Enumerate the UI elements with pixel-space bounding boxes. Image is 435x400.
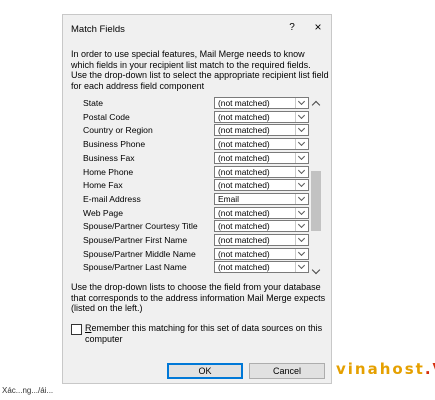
field-label: State xyxy=(83,98,104,108)
logo-text: vinahost xyxy=(336,360,425,378)
field-match-dropdown[interactable]: (not matched) xyxy=(214,151,309,164)
chevron-down-icon[interactable] xyxy=(295,234,308,245)
chevron-down-icon[interactable] xyxy=(295,180,308,191)
cropped-caption-text: Xác...ng.../ái... xyxy=(2,386,54,395)
chevron-down-icon[interactable] xyxy=(295,139,308,150)
chevron-down-icon[interactable] xyxy=(295,207,308,218)
scroll-up-arrow-icon[interactable] xyxy=(309,97,323,110)
field-match-dropdown[interactable]: Email xyxy=(214,192,309,205)
field-label: Home Fax xyxy=(83,180,123,191)
dropdown-value: (not matched) xyxy=(218,207,270,218)
field-row: Business Fax (not matched) xyxy=(71,151,311,165)
chevron-down-icon[interactable] xyxy=(295,166,308,177)
field-row: State (not matched) xyxy=(71,97,311,110)
field-label: Web Page xyxy=(83,207,123,218)
field-label: Spouse/Partner Last Name xyxy=(83,262,187,273)
field-match-dropdown[interactable]: (not matched) xyxy=(214,206,309,219)
field-label: Spouse/Partner Courtesy Title xyxy=(83,221,198,232)
chevron-down-icon[interactable] xyxy=(295,221,308,232)
field-label: Business Phone xyxy=(83,139,146,150)
field-match-dropdown[interactable]: (not matched) xyxy=(214,234,309,246)
close-button[interactable]: × xyxy=(311,20,325,34)
field-match-dropdown[interactable]: (not matched) xyxy=(214,165,309,178)
field-label: E-mail Address xyxy=(83,193,141,204)
field-label: Spouse/Partner First Name xyxy=(83,235,188,245)
intro-text: In order to use special features, Mail M… xyxy=(71,49,329,91)
dropdown-value: (not matched) xyxy=(218,180,270,191)
dropdown-value: (not matched) xyxy=(218,262,270,273)
field-row: Spouse/Partner Middle Name (not matched) xyxy=(71,247,311,261)
dropdown-value: (not matched) xyxy=(218,125,270,136)
vinahost-logo: vinahost.V xyxy=(336,360,435,378)
list-scrollbar[interactable] xyxy=(309,97,323,277)
dropdown-value: Email xyxy=(218,193,239,204)
field-label: Country or Region xyxy=(83,125,153,136)
remember-matching-checkbox[interactable] xyxy=(71,324,82,335)
dropdown-value: (not matched) xyxy=(218,248,270,259)
field-match-dropdown[interactable]: (not matched) xyxy=(214,138,309,151)
field-row: Spouse/Partner First Name (not matched) xyxy=(71,234,311,247)
chevron-down-icon[interactable] xyxy=(295,152,308,163)
dropdown-value: (not matched) xyxy=(218,152,270,163)
field-match-dropdown[interactable]: (not matched) xyxy=(214,247,309,260)
field-label: Home Phone xyxy=(83,166,134,177)
field-match-list: State (not matched) Postal Code (not matche… xyxy=(71,97,325,277)
field-row: E-mail Address Email xyxy=(71,192,311,206)
ok-button[interactable]: OK xyxy=(167,363,243,379)
cancel-button[interactable]: Cancel xyxy=(249,363,325,379)
logo-mark: .V xyxy=(424,360,435,378)
field-match-dropdown[interactable]: (not matched) xyxy=(214,220,309,233)
dropdown-value: (not matched) xyxy=(218,166,270,177)
help-button[interactable]: ? xyxy=(285,22,299,33)
scroll-thumb[interactable] xyxy=(311,171,321,231)
field-row: Web Page (not matched) xyxy=(71,206,311,220)
chevron-down-icon[interactable] xyxy=(295,193,308,204)
field-row: Postal Code (not matched) xyxy=(71,110,311,124)
field-match-dropdown[interactable]: (not matched) xyxy=(214,179,309,192)
dialog-title: Match Fields xyxy=(71,24,125,35)
dropdown-value: (not matched) xyxy=(218,139,270,150)
field-row: Country or Region (not matched) xyxy=(71,124,311,137)
dropdown-value: (not matched) xyxy=(218,98,270,108)
field-label: Postal Code xyxy=(83,111,130,122)
chevron-down-icon[interactable] xyxy=(295,97,308,108)
match-fields-dialog: Match Fields ? × In order to use special… xyxy=(62,14,332,384)
field-row: Spouse/Partner Last Name (not matched) xyxy=(71,261,311,274)
field-match-dropdown[interactable]: (not matched) xyxy=(214,110,309,123)
field-row: Home Phone (not matched) xyxy=(71,165,311,179)
dropdown-value: (not matched) xyxy=(218,221,270,232)
remember-matching-label[interactable]: Remember this matching for this set of d… xyxy=(85,323,325,344)
hint-text: Use the drop-down lists to choose the fi… xyxy=(71,282,326,313)
field-label: Spouse/Partner Middle Name xyxy=(83,248,196,259)
chevron-down-icon[interactable] xyxy=(295,262,308,273)
chevron-down-icon[interactable] xyxy=(295,125,308,136)
field-row: Spouse/Partner Courtesy Title (not matche… xyxy=(71,220,311,233)
chevron-down-icon[interactable] xyxy=(295,248,308,259)
dropdown-value: (not matched) xyxy=(218,111,270,122)
dropdown-value: (not matched) xyxy=(218,235,270,245)
field-row: Business Phone (not matched) xyxy=(71,138,311,151)
field-match-dropdown[interactable]: (not matched) xyxy=(214,97,309,109)
field-row: Home Fax (not matched) xyxy=(71,179,311,192)
field-match-dropdown[interactable]: (not matched) xyxy=(214,261,309,274)
field-label: Business Fax xyxy=(83,152,135,163)
chevron-down-icon[interactable] xyxy=(295,111,308,122)
dialog-titlebar: Match Fields ? × xyxy=(63,15,331,43)
scroll-down-arrow-icon[interactable] xyxy=(309,265,323,277)
remember-label-rest: emember this matching for this set of da… xyxy=(85,323,323,344)
field-match-dropdown[interactable]: (not matched) xyxy=(214,124,309,137)
